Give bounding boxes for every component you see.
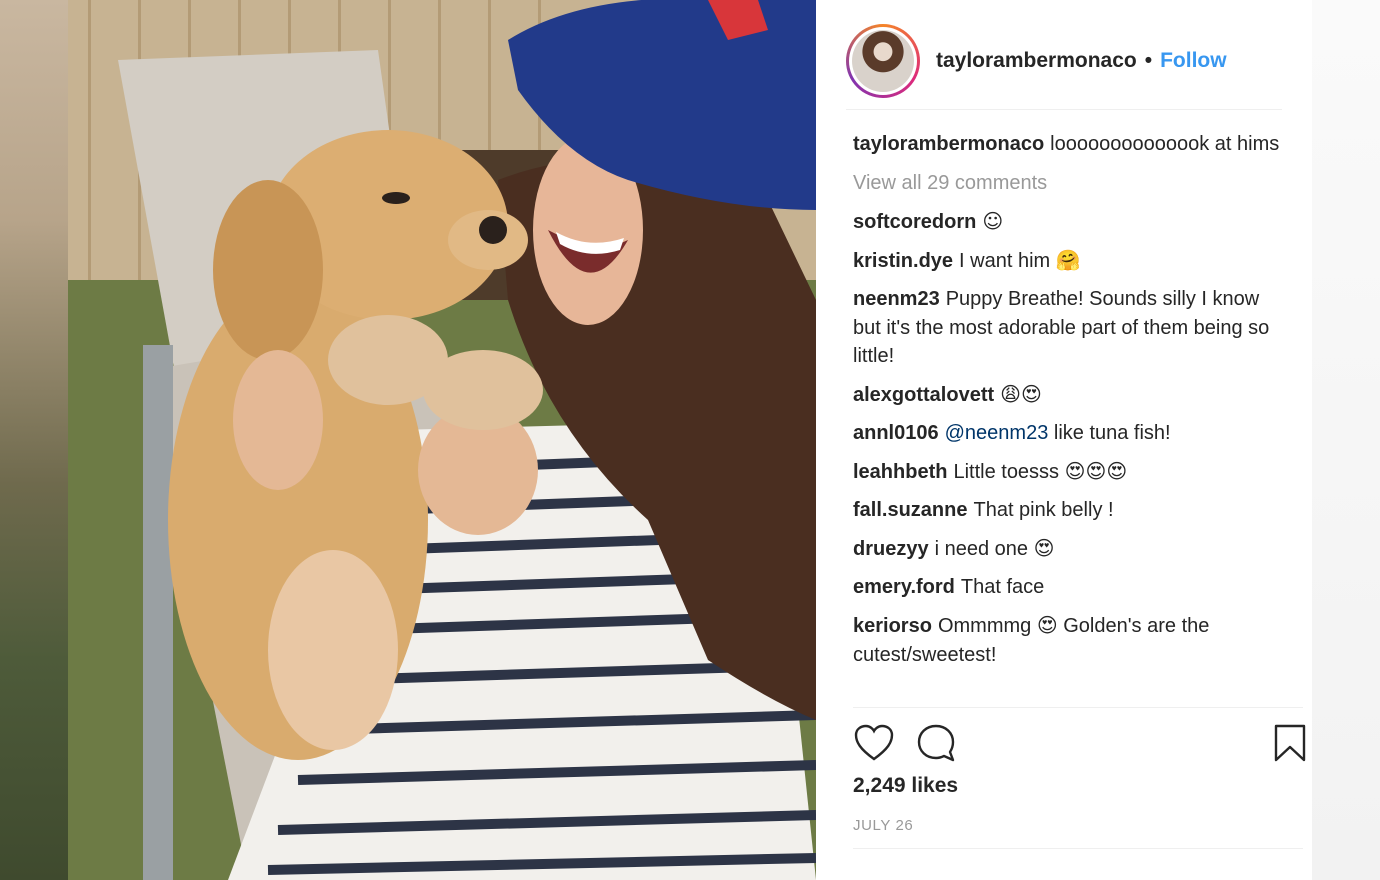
comment-username[interactable]: druezyy bbox=[853, 538, 929, 560]
post-side-panel: taylorambermonaco • Follow taylorambermo… bbox=[816, 0, 1312, 880]
action-bar bbox=[853, 722, 1306, 766]
comment-username[interactable]: leahhbeth bbox=[853, 461, 947, 483]
comment-emoji: 🤗 bbox=[1055, 248, 1081, 272]
caption: taylorambermonaco loooooooooooook at hims bbox=[853, 130, 1283, 159]
comment-item: leahhbeth Little toesss 😍😍😍 bbox=[853, 457, 1283, 487]
caption-username[interactable]: taylorambermonaco bbox=[853, 133, 1044, 155]
left-blur-margin bbox=[0, 0, 68, 880]
comment-username[interactable]: softcoredorn bbox=[853, 211, 976, 233]
comment-username[interactable]: alexgottalovett bbox=[853, 384, 994, 406]
bookmark-icon[interactable] bbox=[1269, 722, 1311, 764]
comment-emoji: ☺ bbox=[982, 209, 1004, 233]
avatar[interactable] bbox=[846, 23, 920, 98]
post-date[interactable]: JULY 26 bbox=[853, 817, 913, 834]
comment-text: Little toesss bbox=[953, 461, 1060, 483]
speech-bubble-icon[interactable] bbox=[915, 722, 957, 764]
post-header: taylorambermonaco • Follow bbox=[846, 12, 1282, 110]
follow-button[interactable]: Follow bbox=[1160, 49, 1227, 73]
likes-count[interactable]: 2,249 likes bbox=[853, 774, 958, 798]
comment-item: softcoredorn ☺ bbox=[853, 207, 1283, 237]
post-photo bbox=[68, 0, 816, 880]
caption-text: loooooooooooook at hims bbox=[1050, 133, 1280, 155]
comment-username[interactable]: keriorso bbox=[853, 615, 932, 637]
comment-text: like tuna fish! bbox=[1053, 422, 1171, 444]
comment-text: That face bbox=[960, 576, 1045, 598]
comment-item: kristin.dye I want him 🤗 bbox=[853, 246, 1283, 276]
comment-emoji: 😍😍😍 bbox=[1064, 459, 1128, 483]
comment-mention[interactable]: @neenm23 bbox=[945, 422, 1049, 444]
bottom-divider bbox=[853, 848, 1303, 849]
comment-emoji: 😍 bbox=[1036, 613, 1058, 637]
comment-username[interactable]: neenm23 bbox=[853, 288, 940, 310]
comments-section: taylorambermonaco loooooooooooook at hims… bbox=[853, 130, 1283, 679]
comment-text: That pink belly ! bbox=[973, 499, 1114, 521]
comment-item: annl0106 @neenm23 like tuna fish! bbox=[853, 419, 1283, 448]
comment-username[interactable]: annl0106 bbox=[853, 422, 939, 444]
comment-text: I want him bbox=[959, 250, 1051, 272]
view-all-comments-link[interactable]: View all 29 comments bbox=[853, 169, 1283, 198]
comment-item: neenm23 Puppy Breathe! Sounds silly I kno… bbox=[853, 285, 1283, 371]
heart-icon[interactable] bbox=[853, 722, 895, 764]
header-username[interactable]: taylorambermonaco bbox=[936, 49, 1137, 73]
header-user-row: taylorambermonaco • Follow bbox=[936, 49, 1227, 73]
actions-divider bbox=[853, 707, 1303, 708]
comment-emoji: 😍 bbox=[1033, 536, 1055, 560]
right-blur-margin bbox=[1312, 0, 1380, 880]
comment-emoji: 😩😍 bbox=[1000, 382, 1042, 406]
photo-illustration bbox=[68, 0, 816, 880]
comment-item: keriorso Ommmmg 😍 Golden's are the cutest… bbox=[853, 611, 1283, 669]
comment-text: Ommmmg bbox=[937, 615, 1032, 637]
comment-username[interactable]: emery.ford bbox=[853, 576, 955, 598]
comment-username[interactable]: fall.suzanne bbox=[853, 499, 967, 521]
comment-username[interactable]: kristin.dye bbox=[853, 250, 953, 272]
comment-item: fall.suzanne That pink belly ! bbox=[853, 496, 1283, 525]
comment-item: druezyy i need one 😍 bbox=[853, 534, 1283, 564]
header-separator: • bbox=[1144, 48, 1153, 72]
comment-item: alexgottalovett 😩😍 bbox=[853, 380, 1283, 410]
comment-item: emery.ford That face bbox=[853, 573, 1283, 602]
comment-text: i need one bbox=[934, 538, 1029, 560]
